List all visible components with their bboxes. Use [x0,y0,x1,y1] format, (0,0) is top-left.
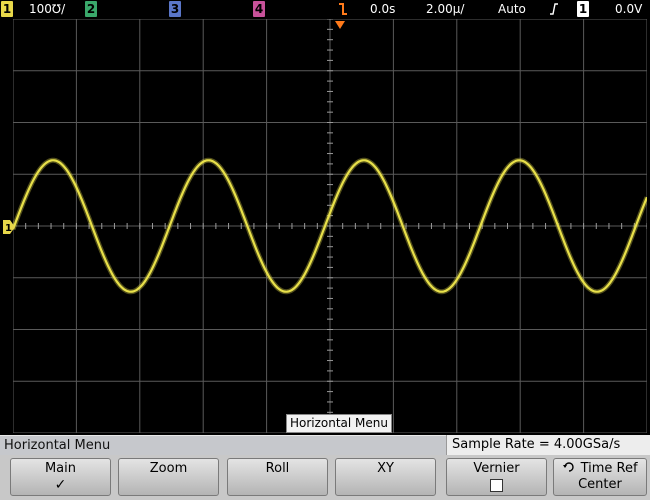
trigger-level: 0.0V [615,2,643,16]
roll-softkey-label: Roll [265,461,290,476]
channel-4-badge: 4 [253,1,265,17]
main-softkey-label: Main [44,461,77,476]
trigger-source-badge: 1 [577,1,589,17]
channel-1-badge: 1 [1,1,13,17]
menu-popup-label: Horizontal Menu [286,414,392,433]
main-softkey[interactable]: Main ✓ [10,458,111,496]
graticule [13,19,647,433]
sample-rate-readout: Sample Rate = 4.00GSa/s [446,435,650,455]
trigger-point-marker [334,15,346,29]
vernier-softkey-label: Vernier [473,461,520,476]
menu-title: Horizontal Menu [0,435,446,455]
status-bar: 1 100℧/ 2 3 4 0.0s 2.00µ/ Auto 1 0.0V [0,0,650,18]
roll-softkey[interactable]: Roll [227,458,328,496]
channel-4-indicator[interactable]: 4 [253,0,265,18]
channel-3-indicator[interactable]: 3 [169,0,181,18]
time-ref-softkey-label: Time Ref [580,461,638,476]
checkmark-icon: ✓ [54,477,67,493]
channel-1-ground-marker[interactable]: 1 [2,219,16,235]
channel-2-indicator[interactable]: 2 [85,0,97,18]
time-delay: 0.0s [370,2,396,16]
xy-softkey-label: XY [377,461,394,476]
channel-2-badge: 2 [85,1,97,17]
trigger-mode: Auto [498,2,526,16]
time-scale: 2.00µ/ [426,2,465,16]
channel-1-indicator[interactable]: 1 [1,0,13,18]
zoom-softkey-label: Zoom [149,461,188,476]
trigger-slope-icon [549,0,559,18]
trigger-source-indicator: 1 [577,0,589,18]
xy-softkey[interactable]: XY [335,458,436,496]
channel-1-marker-label: 1 [5,223,12,234]
time-ref-softkey[interactable]: Time Ref Center [553,458,647,496]
rotate-knob-icon [563,462,575,472]
vernier-checkbox[interactable] [490,479,503,492]
waveform-display[interactable] [13,19,647,433]
channel-1-scale: 100℧/ [29,2,66,16]
channel-3-badge: 3 [169,1,181,17]
vernier-softkey[interactable]: Vernier [446,458,547,496]
zoom-softkey[interactable]: Zoom [118,458,219,496]
time-ref-value: Center [578,477,622,492]
